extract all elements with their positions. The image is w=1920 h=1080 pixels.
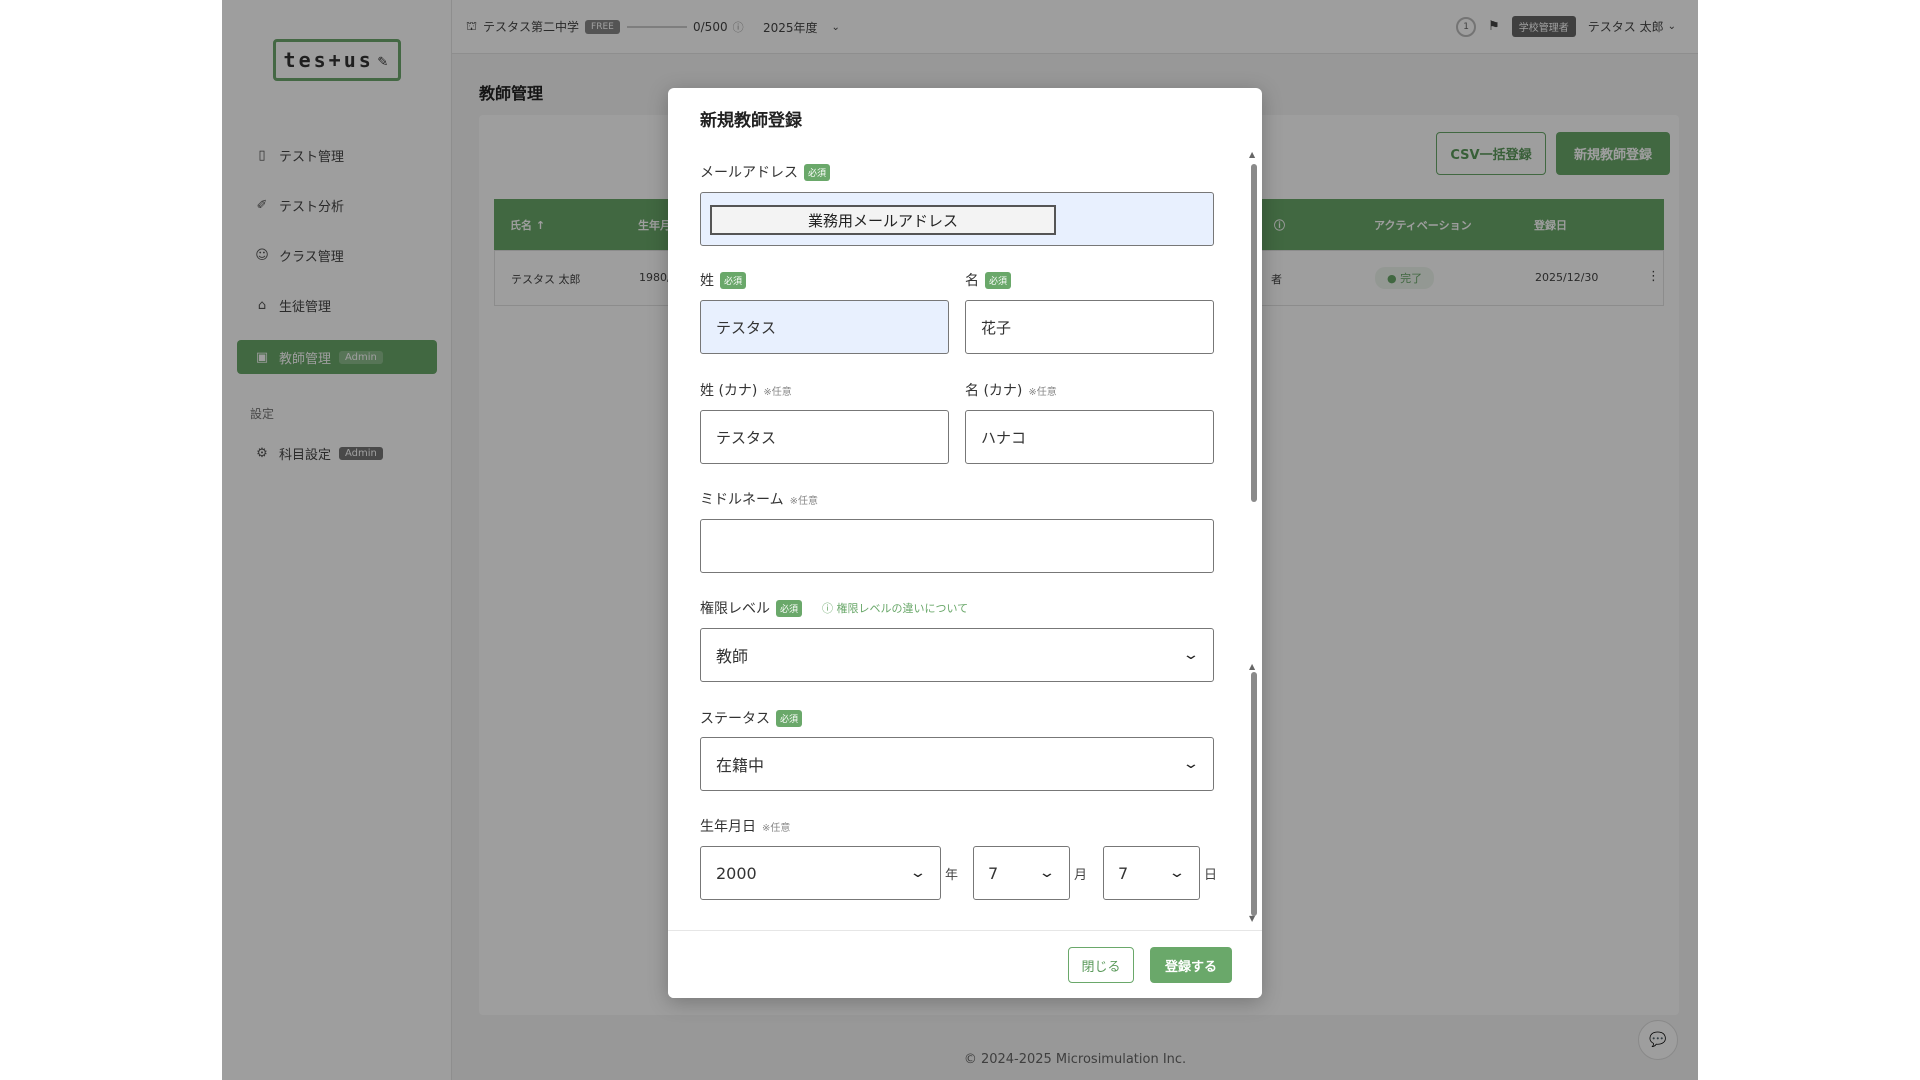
required-badge: 必須 <box>720 271 747 289</box>
dialog-title: 新規教師登録 <box>700 111 802 131</box>
first-name-field[interactable]: 花子 <box>965 300 1214 354</box>
birth-year-value: 2000 <box>716 863 757 883</box>
chevron-down-icon: ⌄ <box>909 865 927 881</box>
help-icon: ⓘ <box>822 602 834 615</box>
middle-name-field[interactable] <box>700 519 1214 573</box>
birth-day-select[interactable]: 7 ⌄ <box>1103 846 1200 900</box>
optional-note: ※任意 <box>1028 386 1057 398</box>
required-badge: 必須 <box>985 271 1012 289</box>
chevron-down-icon: ⌄ <box>1168 865 1186 881</box>
required-badge: 必須 <box>776 709 803 727</box>
day-unit: 日 <box>1204 868 1218 883</box>
last-name-label-text: 姓 <box>700 273 714 289</box>
email-label: メールアドレス 必須 <box>700 162 831 182</box>
role-label-text: 権限レベル <box>700 601 770 617</box>
middle-name-label-text: ミドルネーム <box>700 492 784 508</box>
submit-button[interactable]: 登録する <box>1150 947 1232 983</box>
role-value: 教師 <box>716 647 749 666</box>
email-field[interactable]: 業務用メールアドレス <box>700 192 1214 246</box>
email-suggestion-text: 業務用メールアドレス <box>807 211 958 230</box>
last-name-kana-label: 姓 (カナ) ※任意 <box>700 380 792 400</box>
birth-date-label-text: 生年月日 <box>700 819 756 835</box>
chevron-down-icon: ⌄ <box>1038 865 1056 881</box>
right-margin <box>1698 0 1920 1080</box>
last-name-value: テスタス <box>716 318 777 337</box>
email-autocomplete-suggestion[interactable]: 業務用メールアドレス <box>710 205 1056 235</box>
role-label: 権限レベル 必須 ⓘ 権限レベルの違いについて <box>700 598 968 618</box>
month-unit: 月 <box>1074 868 1088 883</box>
role-select[interactable]: 教師 ⌄ <box>700 628 1214 682</box>
first-name-kana-field[interactable]: ハナコ <box>965 410 1214 464</box>
status-select[interactable]: 在籍中 ⌄ <box>700 737 1214 791</box>
new-teacher-dialog: 新規教師登録 メールアドレス 必須 業務用メールアドレス 姓 必須 テスタス 名… <box>668 88 1262 998</box>
dialog-footer: 閉じる 登録する <box>668 930 1262 998</box>
chevron-down-icon: ⌄ <box>1182 756 1200 772</box>
email-label-text: メールアドレス <box>700 165 798 181</box>
first-name-label-text: 名 <box>965 273 979 289</box>
first-name-value: 花子 <box>981 318 1012 337</box>
required-badge: 必須 <box>776 599 803 617</box>
middle-name-label: ミドルネーム ※任意 <box>700 489 818 509</box>
birth-day-value: 7 <box>1118 863 1129 883</box>
birth-date-label: 生年月日 ※任意 <box>700 816 790 836</box>
first-name-kana-value: ハナコ <box>981 428 1027 447</box>
last-name-kana-label-text: 姓 (カナ) <box>700 383 758 399</box>
role-help-link[interactable]: ⓘ 権限レベルの違いについて <box>822 600 968 616</box>
scroll-up-arrow[interactable]: ▲ <box>1249 150 1255 159</box>
scrollbar-thumb[interactable] <box>1251 164 1257 502</box>
year-unit: 年 <box>945 868 959 883</box>
close-button[interactable]: 閉じる <box>1068 947 1134 983</box>
birth-month-value: 7 <box>988 863 999 883</box>
first-name-kana-label: 名 (カナ) ※任意 <box>965 380 1057 400</box>
last-name-field[interactable]: テスタス <box>700 300 949 354</box>
birth-month-select[interactable]: 7 ⌄ <box>973 846 1070 900</box>
optional-note: ※任意 <box>762 822 791 834</box>
first-name-kana-label-text: 名 (カナ) <box>965 383 1023 399</box>
scrollbar-thumb-secondary[interactable] <box>1251 672 1257 916</box>
left-margin <box>0 0 222 1080</box>
optional-note: ※任意 <box>789 495 818 507</box>
status-label: ステータス 必須 <box>700 708 803 728</box>
last-name-label: 姓 必須 <box>700 270 747 290</box>
scroll-marker: ▲ <box>1249 662 1256 671</box>
status-value: 在籍中 <box>716 756 765 775</box>
role-help-text: 権限レベルの違いについて <box>836 602 969 615</box>
status-label-text: ステータス <box>700 711 770 727</box>
scroll-down-arrow[interactable]: ▼ <box>1249 914 1255 923</box>
chevron-down-icon: ⌄ <box>1182 647 1200 663</box>
last-name-kana-field[interactable]: テスタス <box>700 410 949 464</box>
last-name-kana-value: テスタス <box>716 428 777 447</box>
birth-year-select[interactable]: 2000 ⌄ <box>700 846 941 900</box>
required-badge: 必須 <box>804 163 831 181</box>
first-name-label: 名 必須 <box>965 270 1012 290</box>
optional-note: ※任意 <box>763 386 792 398</box>
